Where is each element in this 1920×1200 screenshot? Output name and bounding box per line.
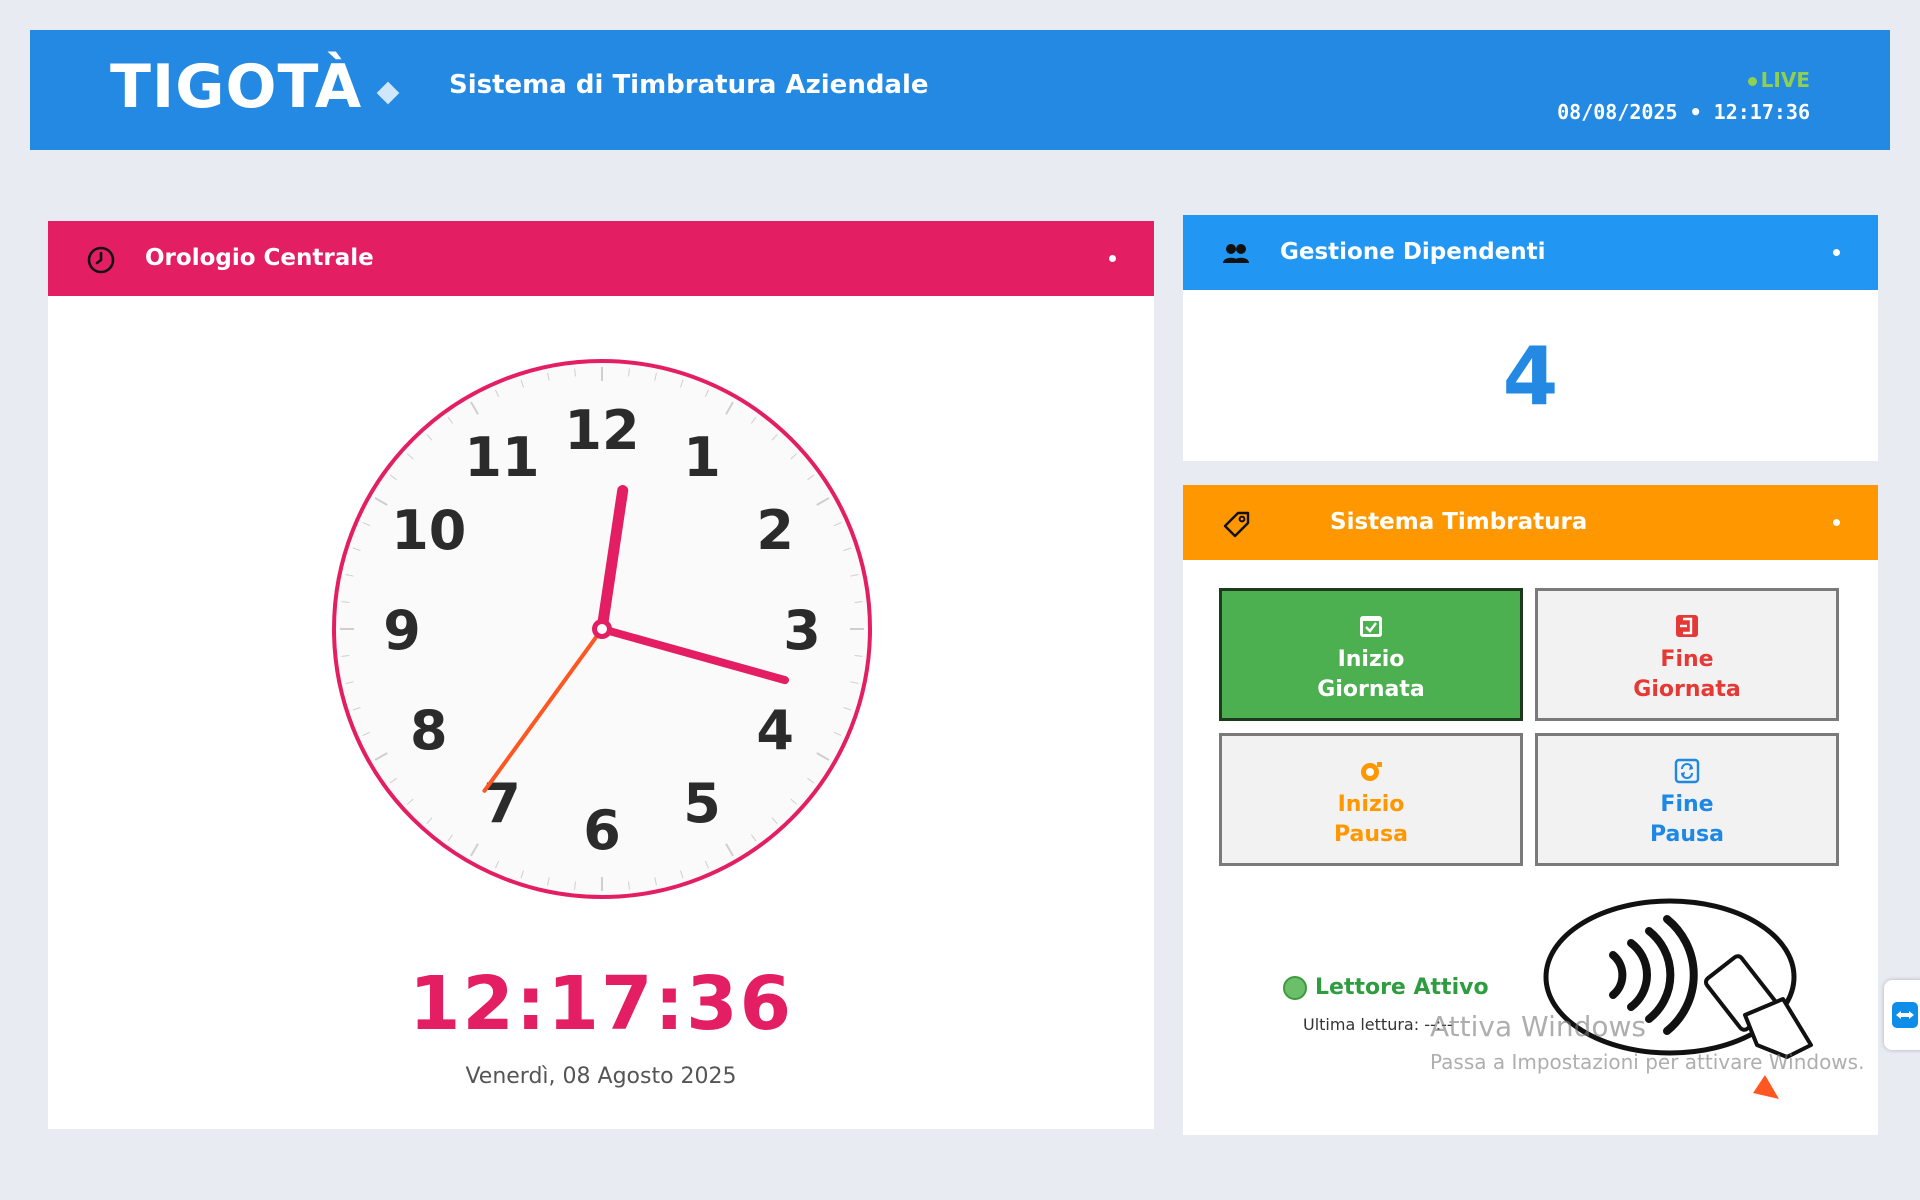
clock-panel-title: Orologio Centrale [145,245,374,271]
exit-icon [1676,615,1698,637]
start-day-label-2: Giornata [1317,677,1425,702]
employee-count: 4 [1502,330,1559,423]
app-subtitle: Sistema di Timbratura Aziendale [449,70,929,100]
refresh-icon [1674,758,1700,784]
live-label: LIVE [1760,68,1810,92]
employees-panel-header: Gestione Dipendenti [1183,215,1878,290]
live-dot-icon [1747,77,1757,86]
end-day-button[interactable]: Fine Giornata [1535,588,1839,721]
clock-number: 12 [564,399,639,462]
panel-menu-dot[interactable] [1833,519,1840,526]
panel-menu-dot[interactable] [1833,249,1840,256]
clock-number: 4 [756,699,794,762]
clock-number: 11 [464,426,539,489]
end-break-button[interactable]: Fine Pausa [1535,733,1839,866]
tag-icon [1223,511,1250,538]
clock-panel-header: Orologio Centrale [48,221,1154,296]
clock-number: 3 [783,599,821,662]
diamond-icon [376,81,400,105]
clock-icon [87,246,115,274]
stamp-panel-header: Sistema Timbratura [1183,485,1878,560]
clock-number: 5 [683,772,721,835]
clock-panel: Orologio Centrale 12 1 2 3 4 5 6 7 8 9 10 11 12:17:… [48,221,1154,1129]
top-header: TIGOTÀ Sistema di Timbratura Aziendale L… [30,30,1890,150]
users-icon [1223,244,1249,263]
start-day-button[interactable]: Inizio Giornata [1219,588,1523,721]
employees-panel-title: Gestione Dipendenti [1280,239,1546,265]
live-indicator: LIVE [1747,68,1810,92]
clock-number: 8 [410,699,448,762]
clock-date: Venerdì, 08 Agosto 2025 [465,1064,737,1089]
teamviewer-icon [1892,1002,1918,1028]
digital-clock: 12:17:36 [408,961,794,1047]
start-break-button[interactable]: Inizio Pausa [1219,733,1523,866]
start-break-label-2: Pausa [1334,822,1408,847]
analog-clock: 12 1234567891011 [332,359,872,899]
start-day-label-1: Inizio [1337,647,1405,672]
teamviewer-tab[interactable] [1884,980,1920,1050]
end-break-label-1: Fine [1660,792,1714,817]
panel-menu-dot[interactable] [1109,255,1116,262]
clock-number: 1 [683,426,721,489]
end-break-label-2: Pausa [1650,822,1724,847]
reader-status-label: Lettore Attivo [1315,975,1489,1000]
reader-status-icon [1283,976,1307,1000]
stamp-panel-title: Sistema Timbratura [1330,509,1588,535]
end-day-label-1: Fine [1660,647,1714,672]
reader-status: Lettore Attivo [1283,975,1489,1000]
header-datetime: 08/08/2025 • 12:17:36 [1557,100,1810,124]
windows-activation-text: Passa a Impostazioni per attivare Window… [1430,1050,1865,1074]
clock-number: 10 [391,499,466,562]
brand-logo: TIGOTÀ [110,52,363,122]
clock-number: 9 [383,599,421,662]
start-break-label-1: Inizio [1337,792,1405,817]
clock-number: 6 [583,799,621,862]
clock-number: 2 [756,499,794,562]
calendar-check-icon [1360,616,1382,637]
employees-panel: Gestione Dipendenti 4 [1183,215,1878,461]
clock-center-dot [597,624,607,634]
windows-activation-title: Attiva Windows [1430,1010,1647,1043]
coffee-icon [1361,762,1382,781]
end-day-label-2: Giornata [1633,677,1741,702]
